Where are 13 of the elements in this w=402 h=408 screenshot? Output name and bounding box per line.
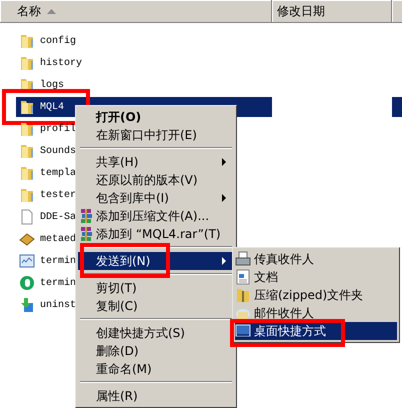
- file-name: termin: [40, 278, 76, 288]
- file-name: MQL4: [40, 102, 64, 112]
- file-name: Sounds: [40, 146, 76, 156]
- file-name: templa: [40, 168, 76, 178]
- file-name: logs: [40, 80, 64, 90]
- file-name: metaed: [40, 234, 76, 244]
- file-name: DDE-Sa: [40, 212, 76, 222]
- file-name: history: [40, 58, 82, 68]
- file-name: tester: [40, 190, 76, 200]
- file-name: profil: [40, 124, 76, 134]
- file-name: uninst: [40, 300, 76, 310]
- file-name: termin: [40, 256, 76, 266]
- file-name: config: [40, 36, 76, 46]
